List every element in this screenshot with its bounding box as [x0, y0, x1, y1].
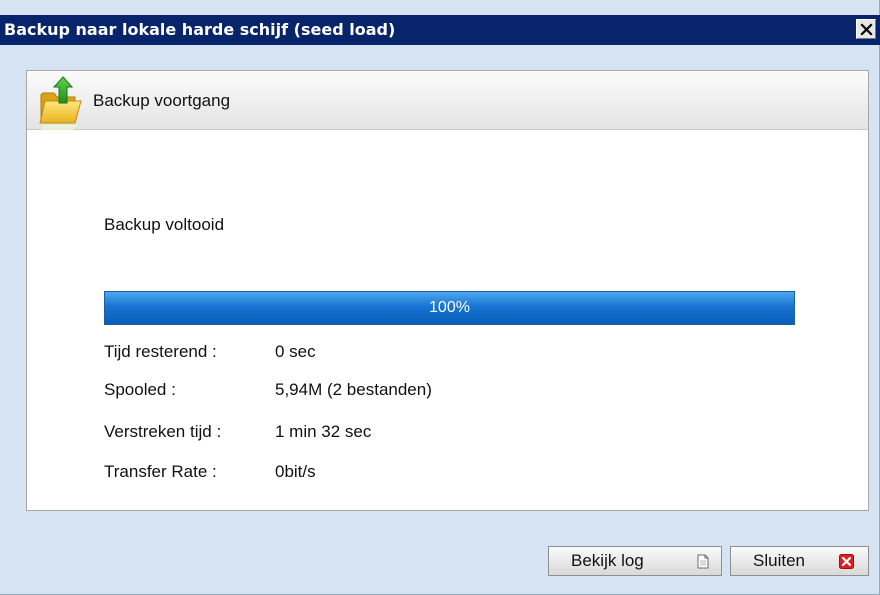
status-text: Backup voltooid: [104, 215, 225, 234]
stat-label: Tijd resterend :: [104, 342, 217, 361]
view-log-button[interactable]: Bekijk log: [548, 546, 722, 576]
stat-row-spooled: Spooled : 5,94M (2 bestanden): [104, 379, 704, 401]
stat-label: Verstreken tijd :: [104, 422, 222, 441]
close-button[interactable]: Sluiten: [730, 546, 869, 576]
document-icon: [697, 554, 709, 569]
view-log-label: Bekijk log: [571, 551, 644, 570]
stat-row-time-remaining: Tijd resterend : 0 sec: [104, 341, 704, 363]
backup-dialog: Backup naar lokale harde schijf (seed lo…: [0, 0, 880, 595]
stat-row-elapsed-time: Verstreken tijd : 1 min 32 sec: [104, 421, 704, 443]
stat-value: 1 min 32 sec: [275, 422, 372, 441]
stat-label: Transfer Rate :: [104, 462, 217, 481]
stat-row-transfer-rate: Transfer Rate : 0bit/s: [104, 461, 704, 483]
progress-bar: 100%: [104, 291, 795, 325]
window-title: Backup naar lokale harde schijf (seed lo…: [4, 20, 396, 39]
progress-panel: Backup voortgang Backup voltooid 100% Ti…: [26, 70, 869, 511]
stat-label: Spooled :: [104, 380, 176, 399]
stat-value: 0bit/s: [275, 462, 316, 481]
title-bar: Backup naar lokale harde schijf (seed lo…: [0, 15, 880, 45]
stat-value: 5,94M (2 bestanden): [275, 380, 432, 399]
panel-header: Backup voortgang: [27, 71, 868, 130]
panel-title: Backup voortgang: [93, 91, 231, 110]
close-button-label: Sluiten: [753, 551, 805, 570]
progress-percent: 100%: [429, 299, 470, 316]
red-x-icon: [839, 554, 854, 569]
close-icon: [860, 23, 873, 36]
folder-upload-icon: [39, 76, 82, 130]
window-close-button[interactable]: [856, 19, 876, 39]
stat-value: 0 sec: [275, 342, 316, 361]
